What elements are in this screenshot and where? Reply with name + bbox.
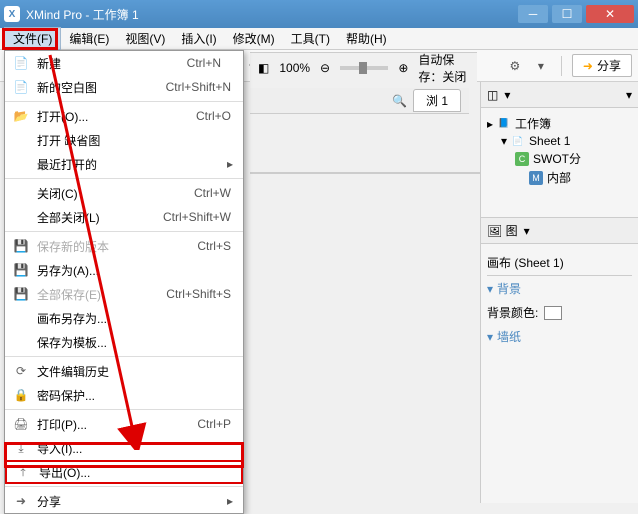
c-badge-icon: C (515, 152, 529, 166)
menu-insert[interactable]: 插入(I) (173, 28, 224, 49)
app-icon: X (4, 6, 20, 22)
menu-open[interactable]: 📂打开(O)...Ctrl+O (5, 104, 243, 128)
menu-new[interactable]: 📄新建Ctrl+N (5, 51, 243, 75)
m-badge-icon: M (529, 171, 543, 185)
sheet-icon: 📄 (511, 134, 525, 148)
menu-close-all[interactable]: 全部关闭(L)Ctrl+Shift+W (5, 205, 243, 229)
tool-icon[interactable]: ▾ (531, 56, 551, 76)
nav-icon[interactable]: ◧ (258, 61, 269, 75)
zoom-level: 100% (279, 61, 310, 75)
export-icon: ⤒ (13, 465, 33, 480)
bg-color-field: 背景颜色: (487, 301, 632, 324)
menu-close[interactable]: 关闭(C)Ctrl+W (5, 181, 243, 205)
lock-icon: 🔒 (11, 388, 31, 402)
tree-internal[interactable]: M内部 (487, 168, 632, 187)
tool-icon[interactable]: ⚙ (505, 56, 525, 76)
tree-sheet[interactable]: ▾📄Sheet 1 (487, 133, 632, 149)
share-icon: ➜ (583, 59, 593, 73)
properties-panel: 画布 (Sheet 1) ▾背景 背景颜色: ▾墙纸 (481, 244, 638, 355)
section-wallpaper[interactable]: ▾墙纸 (487, 324, 632, 349)
tab-icon[interactable]: ◫ (487, 88, 498, 102)
separator (561, 56, 562, 76)
history-icon: ⟳ (11, 364, 31, 378)
menu-password[interactable]: 🔒密码保护... (5, 383, 243, 407)
zoom-out-button[interactable]: ⊖ (320, 61, 330, 75)
bg-color-label: 背景颜色: (487, 304, 538, 321)
share-label: 分享 (597, 57, 621, 74)
autosave-status: 自动保存：关闭 (418, 51, 469, 85)
search-icon[interactable]: 🔍 (392, 94, 407, 108)
file-icon: 📄 (11, 56, 31, 70)
menu-file[interactable]: 文件(F) (4, 27, 61, 50)
color-picker[interactable] (544, 306, 562, 320)
statusbar: ◧ 100% ⊖ ⊕ 自动保存：关闭 (250, 52, 477, 82)
file-menu-dropdown: 📄新建Ctrl+N 📄新的空白图Ctrl+Shift+N 📂打开(O)...Ct… (4, 50, 244, 514)
menu-open-default[interactable]: 打开 缺省图 (5, 128, 243, 152)
print-icon: 🖨 (11, 417, 31, 431)
import-icon: ⤓ (11, 441, 31, 456)
menu-import[interactable]: ⤓导入(I)... (5, 436, 243, 460)
menu-save-all[interactable]: 💾全部保存(E)Ctrl+Shift+S (5, 282, 243, 306)
menubar: 文件(F) 编辑(E) 视图(V) 插入(I) 修改(M) 工具(T) 帮助(H… (0, 28, 638, 50)
tree-swot[interactable]: CSWOT分 (487, 149, 632, 168)
canvas-tab[interactable]: 浏 1 (413, 89, 461, 112)
menu-help[interactable]: 帮助(H) (338, 28, 395, 49)
zoom-slider[interactable] (340, 66, 388, 70)
props-title: 画布 (Sheet 1) (487, 250, 632, 276)
menu-share[interactable]: ➜分享▸ (5, 489, 243, 513)
menu-recent[interactable]: 最近打开的▸ (5, 152, 243, 176)
titlebar: X XMind Pro - 工作簿 1 ─ ☐ ✕ (0, 0, 638, 28)
menu-edit-history[interactable]: ⟳文件编辑历史 (5, 359, 243, 383)
tab-icon[interactable]: ▾ (504, 88, 510, 102)
menu-save-canvas[interactable]: 画布另存为... (5, 306, 243, 330)
outline-tree: ▸📘工作簿 ▾📄Sheet 1 CSWOT分 M内部 (481, 108, 638, 218)
window-title: XMind Pro - 工作簿 1 (26, 6, 518, 23)
tab-icon[interactable]: ▾ (524, 224, 530, 238)
menu-save-new[interactable]: 💾保存新的版本Ctrl+S (5, 234, 243, 258)
tab-image[interactable]: 🖼 图 (487, 222, 518, 239)
save-icon: 💾 (11, 239, 31, 253)
menu-save-template[interactable]: 保存为模板... (5, 330, 243, 354)
panel-tabs-2: 🖼 图 ▾ (481, 218, 638, 244)
panel-menu-icon[interactable]: ▾ (626, 88, 632, 102)
folder-icon: 📂 (11, 109, 31, 123)
save-icon: 💾 (11, 263, 31, 277)
minimize-button[interactable]: ─ (518, 5, 548, 23)
section-background[interactable]: ▾背景 (487, 276, 632, 301)
right-panel: ◫ ▾ ▾ ▸📘工作簿 ▾📄Sheet 1 CSWOT分 M内部 🖼 图 ▾ 画… (480, 82, 638, 503)
menu-new-blank[interactable]: 📄新的空白图Ctrl+Shift+N (5, 75, 243, 99)
zoom-in-button[interactable]: ⊕ (398, 61, 408, 75)
file-icon: 📄 (11, 80, 31, 94)
menu-tools[interactable]: 工具(T) (283, 28, 338, 49)
maximize-button[interactable]: ☐ (552, 5, 582, 23)
close-button[interactable]: ✕ (586, 5, 634, 23)
chevron-down-icon: ▾ (487, 330, 493, 344)
share-icon: ➜ (11, 494, 31, 508)
book-icon: 📘 (497, 117, 511, 131)
menu-edit[interactable]: 编辑(E) (61, 28, 117, 49)
menu-modify[interactable]: 修改(M) (225, 28, 283, 49)
menu-save-as[interactable]: 💾另存为(A)... (5, 258, 243, 282)
menu-view[interactable]: 视图(V) (117, 28, 173, 49)
save-icon: 💾 (11, 287, 31, 301)
menu-export[interactable]: ⤒导出(O)... (5, 460, 243, 484)
panel-tabs: ◫ ▾ ▾ (481, 82, 638, 108)
chevron-down-icon: ▾ (487, 282, 493, 296)
tree-root[interactable]: ▸📘工作簿 (487, 114, 632, 133)
share-button[interactable]: ➜ 分享 (572, 54, 632, 77)
menu-print[interactable]: 🖨打印(P)...Ctrl+P (5, 412, 243, 436)
